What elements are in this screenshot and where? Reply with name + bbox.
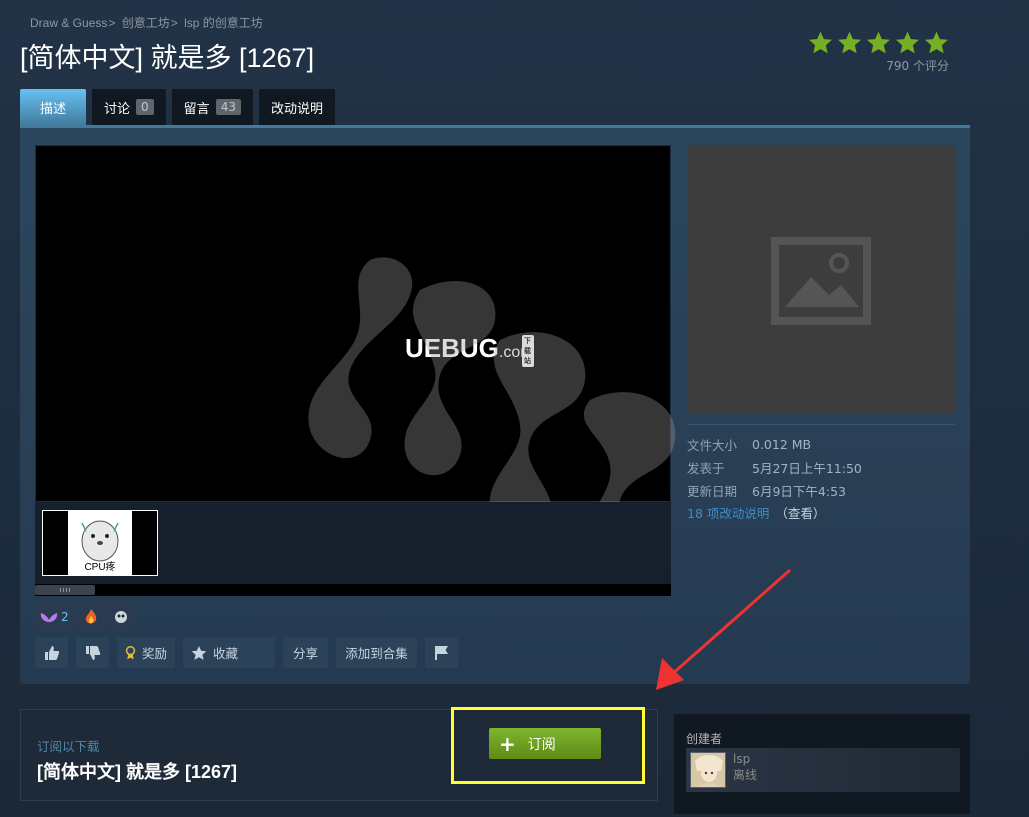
rating-stars bbox=[808, 30, 949, 55]
action-bar: 奖励 收藏 分享 添加到合集 bbox=[35, 637, 458, 668]
detail-key: 发表于 bbox=[687, 461, 725, 476]
favorite-button[interactable]: 收藏 bbox=[183, 637, 275, 668]
tab-bar: 描述 讨论 0 留言 43 改动说明 bbox=[20, 89, 335, 126]
tab-count-badge: 0 bbox=[136, 99, 154, 115]
flame-award-icon bbox=[85, 609, 96, 624]
award-count: 2 bbox=[61, 610, 69, 624]
subscribe-prompt: 订阅以下载 bbox=[37, 739, 100, 754]
changelog-line: 18 项改动说明 （查看） bbox=[687, 503, 955, 522]
logo-tag: 下载站 bbox=[522, 335, 534, 367]
detail-key: 更新日期 bbox=[687, 484, 738, 499]
tab-label: 留言 bbox=[183, 101, 210, 117]
tab-discussions[interactable]: 讨论 0 bbox=[92, 89, 166, 125]
thumbs-up-icon bbox=[44, 645, 59, 660]
detail-value: 0.012 MB bbox=[752, 437, 812, 452]
creator-name[interactable]: lsp bbox=[733, 752, 750, 766]
file-details: 文件大小 0.012 MB 发表于 5月27日上午11:50 更新日期 6月9日… bbox=[687, 424, 955, 522]
creator-heading: 创建者 bbox=[686, 732, 723, 746]
star-icon bbox=[809, 31, 832, 54]
rating-count: 790 个评分 bbox=[886, 59, 949, 73]
report-button[interactable] bbox=[425, 637, 458, 668]
detail-key: 文件大小 bbox=[687, 438, 738, 453]
thumbnail-caption: CPU疼 bbox=[84, 562, 116, 573]
detail-value: 5月27日上午11:50 bbox=[752, 461, 862, 476]
award-button[interactable]: 奖励 bbox=[117, 637, 175, 668]
tab-comments[interactable]: 留言 43 bbox=[171, 89, 253, 125]
details-divider bbox=[687, 424, 955, 425]
share-button-label: 分享 bbox=[292, 646, 318, 661]
highlight-box bbox=[451, 707, 645, 784]
rating: 790 个评分 bbox=[808, 30, 949, 74]
detail-posted: 发表于 5月27日上午11:50 bbox=[687, 456, 955, 479]
tab-changelog[interactable]: 改动说明 bbox=[258, 89, 335, 125]
logo-main-text: UEBUG bbox=[405, 333, 499, 363]
star-icon bbox=[838, 31, 861, 54]
scrollbar-grip bbox=[60, 588, 70, 592]
image-placeholder-icon bbox=[771, 237, 871, 325]
breadcrumb-item-workshop[interactable]: 创意工坊 bbox=[122, 16, 170, 30]
tab-description[interactable]: 描述 bbox=[20, 89, 87, 126]
flag-icon bbox=[434, 645, 448, 660]
tab-label: 讨论 bbox=[104, 101, 131, 117]
favorite-button-label: 收藏 bbox=[213, 646, 239, 661]
avatar[interactable] bbox=[690, 752, 726, 788]
changelog-link[interactable]: 18 项改动说明 bbox=[687, 506, 769, 521]
page-title: [简体中文] 就是多 [1267] bbox=[20, 43, 315, 73]
creator-card[interactable] bbox=[686, 748, 960, 792]
tab-label: 描述 bbox=[40, 102, 67, 117]
add-to-collection-label: 添加到合集 bbox=[345, 646, 408, 661]
creator-status: 离线 bbox=[733, 768, 758, 782]
watermark-logo: UEBUG .com 下载站 bbox=[405, 333, 534, 367]
add-to-collection-button[interactable]: 添加到合集 bbox=[336, 637, 417, 668]
share-button[interactable]: 分享 bbox=[283, 637, 328, 668]
star-icon bbox=[191, 645, 207, 660]
wings-award-icon bbox=[40, 613, 58, 622]
award-badge[interactable] bbox=[76, 602, 105, 632]
tab-label: 改动说明 bbox=[270, 101, 323, 117]
breadcrumb-item-game[interactable]: Draw & Guess bbox=[30, 16, 107, 30]
preview-image bbox=[687, 145, 955, 413]
star-icon bbox=[867, 31, 890, 54]
thumbs-down-icon bbox=[85, 645, 100, 660]
changelog-view-link[interactable]: （查看） bbox=[775, 506, 825, 521]
award-badges: 2 bbox=[35, 602, 134, 632]
award-badge[interactable]: 2 bbox=[35, 602, 74, 632]
thumbnail-scrollbar[interactable] bbox=[35, 584, 671, 596]
star-icon bbox=[896, 31, 919, 54]
star-icon bbox=[925, 31, 948, 54]
medal-icon bbox=[125, 645, 136, 659]
detail-value: 6月9日下午4:53 bbox=[752, 484, 846, 499]
detail-updated: 更新日期 6月9日下午4:53 bbox=[687, 479, 955, 502]
thumbs-down-button[interactable] bbox=[76, 637, 109, 668]
detail-file-size: 文件大小 0.012 MB bbox=[687, 433, 955, 456]
subscribe-item-title: [简体中文] 就是多 [1267] bbox=[37, 762, 238, 782]
thumbnail-preview[interactable]: CPU疼 bbox=[42, 510, 158, 576]
award-button-label: 奖励 bbox=[141, 646, 167, 661]
tab-count-badge: 43 bbox=[215, 99, 241, 115]
thumbnail-image: CPU疼 bbox=[68, 511, 132, 575]
breadcrumb-item-author-workshop[interactable]: lsp 的创意工坊 bbox=[184, 16, 263, 30]
award-badge[interactable] bbox=[107, 602, 134, 632]
mask-award-icon bbox=[114, 611, 127, 623]
breadcrumb: Draw & Guess> 创意工坊> lsp 的创意工坊 bbox=[30, 16, 263, 30]
thumbs-up-button[interactable] bbox=[35, 637, 68, 668]
media-viewer[interactable] bbox=[35, 145, 671, 502]
avatar-image bbox=[691, 753, 725, 787]
